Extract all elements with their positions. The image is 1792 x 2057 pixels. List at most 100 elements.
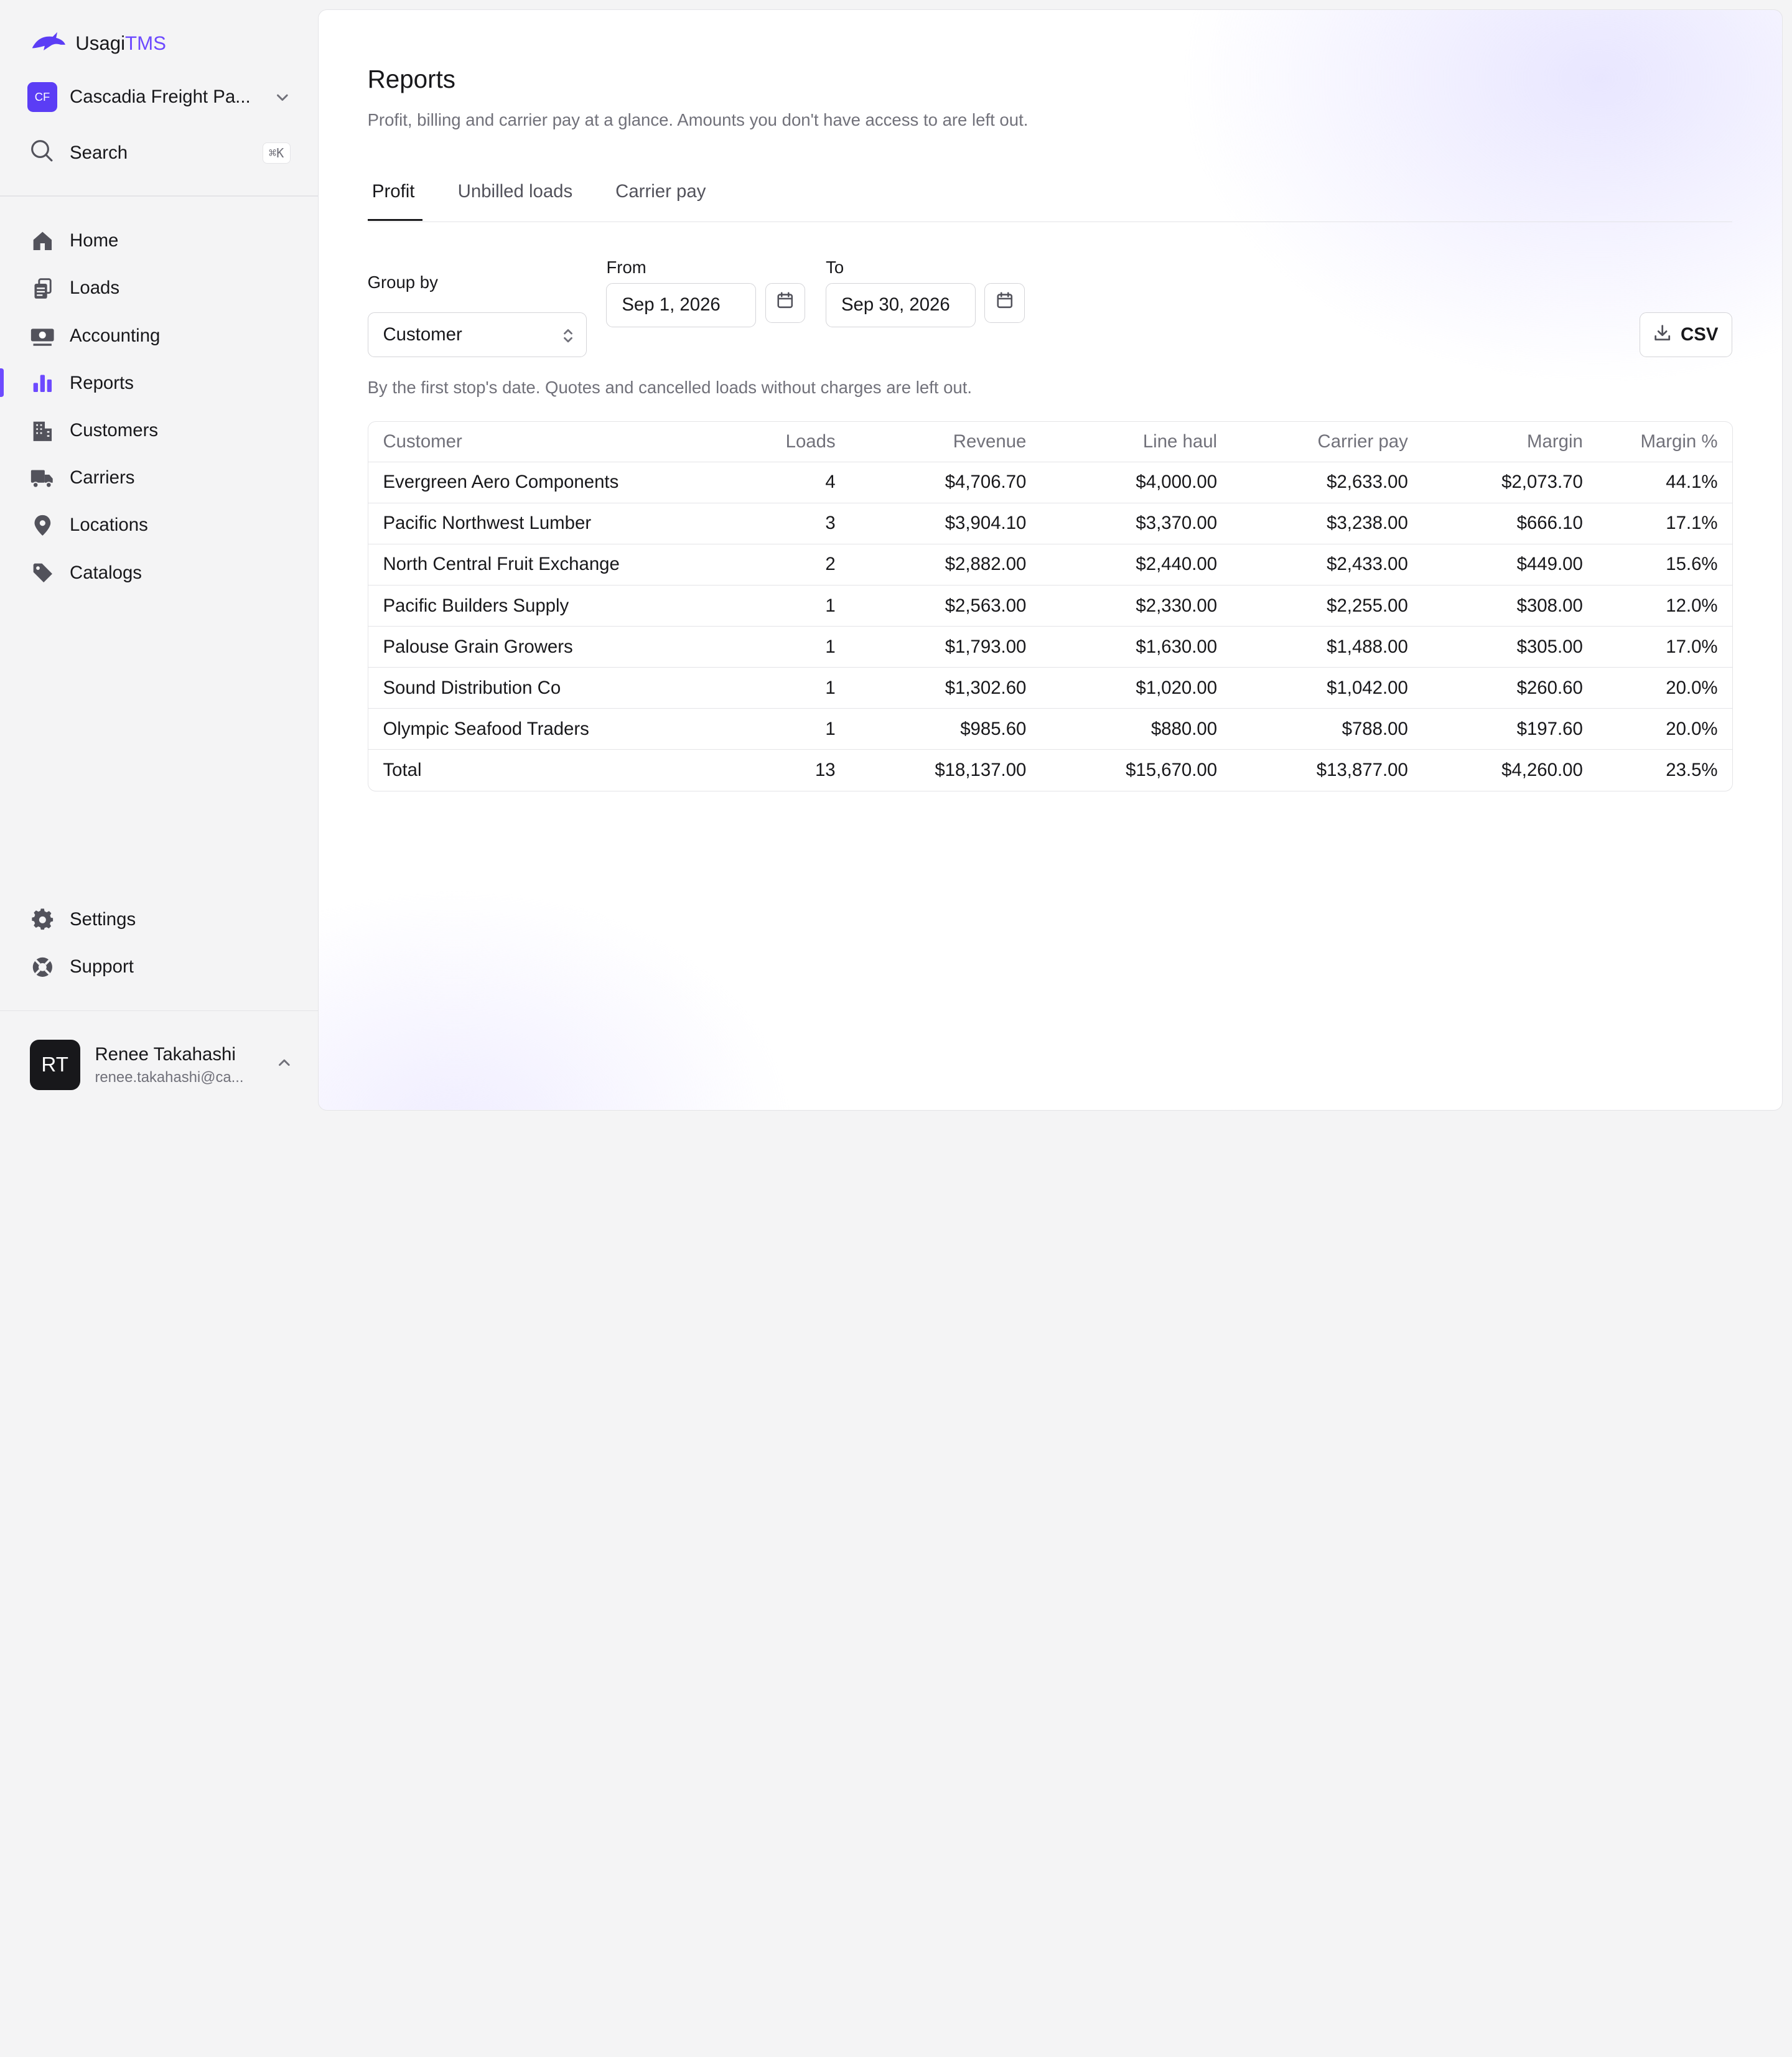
support-icon — [30, 954, 55, 979]
sidebar-item-label: Customers — [70, 419, 159, 441]
main-panel: Reports Profit, billing and carrier pay … — [317, 9, 1783, 1111]
table-cell: $1,042.00 — [1231, 667, 1423, 709]
column-header[interactable]: Carrier pay — [1231, 421, 1423, 462]
table-cell: $2,440.00 — [1041, 544, 1232, 585]
table-row[interactable]: Palouse Grain Growers 1 $1,793.00 $1,630.00… — [368, 626, 1733, 668]
column-header[interactable]: Line haul — [1041, 421, 1232, 462]
sidebar-item-customers[interactable]: Customers — [0, 407, 318, 454]
table-row[interactable]: Sound Distribution Co 1 $1,302.60 $1,020.00… — [368, 667, 1733, 709]
total-cell: $18,137.00 — [935, 760, 1027, 781]
csv-download-button[interactable]: CSV — [1639, 312, 1732, 358]
tab-unbilled-loads[interactable]: Unbilled loads — [458, 181, 573, 202]
sidebar-item-home[interactable]: Home — [0, 217, 318, 264]
brand-name: UsagiTMS — [75, 32, 166, 55]
total-cell: $15,670.00 — [1126, 760, 1218, 781]
total-cell: 23.5% — [1666, 760, 1718, 781]
column-header[interactable]: Loads — [758, 421, 851, 462]
table-row[interactable]: Pacific Builders Supply 1 $2,563.00 $2,330.… — [368, 585, 1733, 627]
table-cell: Pacific Northwest Lumber — [368, 503, 759, 544]
search-label: Search — [70, 142, 128, 164]
table-cell: $305.00 — [1422, 626, 1598, 668]
search-shortcut: ⌘K — [262, 142, 291, 164]
table-cell: $2,882.00 — [850, 544, 1042, 585]
org-switcher[interactable]: CF Cascadia Freight Pa... — [27, 82, 290, 112]
group-by-label: Group by — [367, 273, 438, 292]
table-cell: $1,020.00 — [1041, 667, 1232, 709]
table-cell: Pacific Builders Supply — [368, 585, 759, 627]
tab-carrier-pay[interactable]: Carrier pay — [615, 181, 706, 202]
table-cell: $1,793.00 — [850, 626, 1042, 668]
table-cell: 1 — [758, 585, 851, 627]
table-cell: Sound Distribution Co — [368, 667, 759, 709]
sidebar-item-locations[interactable]: Locations — [0, 501, 318, 549]
table-cell: 4 — [758, 462, 851, 503]
sidebar-item-support[interactable]: Support — [0, 943, 318, 991]
sidebar-nav: Home Loads Accounting Reports Customers … — [0, 217, 318, 597]
table-row[interactable]: Evergreen Aero Components 4 $4,706.70 $4,00… — [368, 462, 1733, 503]
column-header[interactable]: Margin % — [1597, 421, 1733, 462]
table-cell: 3 — [758, 503, 851, 544]
sidebar-item-carriers[interactable]: Carriers — [0, 454, 318, 501]
table-cell: 1 — [758, 708, 851, 750]
table-cell: 20.0% — [1597, 667, 1733, 709]
group-by-select[interactable]: Customer — [367, 312, 587, 358]
table-cell: $2,433.00 — [1231, 544, 1423, 585]
chevron-down-icon — [274, 89, 291, 105]
column-header[interactable]: Customer — [368, 421, 759, 462]
table-body: Evergreen Aero Components 4 $4,706.70 $4,00… — [368, 462, 1733, 791]
sidebar-item-catalogs[interactable]: Catalogs — [0, 549, 318, 597]
sidebar-item-settings[interactable]: Settings — [0, 896, 318, 943]
search-icon — [30, 139, 54, 168]
sidebar-item-reports[interactable]: Reports — [0, 360, 318, 407]
from-calendar-button[interactable] — [765, 282, 806, 323]
total-cell: $13,877.00 — [1316, 760, 1408, 781]
sidebar-item-label: Home — [70, 230, 119, 251]
table-cell: Evergreen Aero Components — [368, 462, 759, 503]
brand[interactable]: UsagiTMS — [30, 30, 166, 58]
table-cell: 20.0% — [1597, 708, 1733, 750]
sidebar-divider — [0, 195, 318, 197]
table-cell: $1,488.00 — [1231, 626, 1423, 668]
user-menu[interactable]: RT Renee Takahashi renee.takahashi@ca... — [29, 1040, 292, 1091]
page-title: Reports — [367, 64, 455, 93]
total-cell: 13 — [814, 760, 836, 781]
to-calendar-button[interactable] — [984, 282, 1025, 323]
from-date-input[interactable]: Sep 1, 2026 — [606, 282, 757, 328]
sidebar-item-label: Catalogs — [70, 562, 142, 583]
table-row[interactable]: Pacific Northwest Lumber 3 $3,904.10 $3,370… — [368, 503, 1733, 544]
sidebar-item-loads[interactable]: Loads — [0, 264, 318, 312]
sidebar-item-label: Reports — [70, 372, 134, 393]
table-row[interactable]: Olympic Seafood Traders 1 $985.60 $880.00 $7… — [368, 708, 1733, 750]
column-header[interactable]: Revenue — [850, 421, 1042, 462]
sidebar-item-label: Loads — [70, 278, 120, 299]
loads-icon — [30, 276, 55, 301]
from-label: From — [606, 258, 646, 278]
app: UsagiTMS CF Cascadia Freight Pa... Searc… — [0, 0, 1792, 1120]
sidebar: UsagiTMS CF Cascadia Freight Pa... Searc… — [0, 0, 318, 1120]
to-date-input[interactable]: Sep 30, 2026 — [826, 282, 976, 328]
tag-icon — [30, 560, 55, 585]
sidebar-bottom-nav: Settings Support — [0, 896, 318, 991]
table-total-row: Total 13 $18,137.00 $15,670.00 $13,877.00 $4,… — [368, 750, 1733, 791]
table-cell: 12.0% — [1597, 585, 1733, 627]
table-cell: North Central Fruit Exchange — [368, 544, 759, 585]
user-info: Renee Takahashi renee.takahashi@ca... — [95, 1044, 276, 1086]
total-cell: $4,260.00 — [1501, 760, 1583, 781]
table-cell: $666.10 — [1422, 503, 1598, 544]
org-badge: CF — [27, 82, 57, 112]
search-button[interactable]: Search ⌘K — [30, 139, 291, 167]
group-by-value: Customer — [383, 324, 462, 345]
tab-profit[interactable]: Profit — [372, 181, 415, 202]
sidebar-item-accounting[interactable]: Accounting — [0, 312, 318, 359]
report-note: By the first stop's date. Quotes and can… — [367, 378, 973, 398]
table-cell: $788.00 — [1231, 708, 1423, 750]
carriers-icon — [30, 465, 55, 490]
table-cell: $2,633.00 — [1231, 462, 1423, 503]
sidebar-item-label: Support — [70, 956, 134, 977]
table-cell: Olympic Seafood Traders — [368, 708, 759, 750]
column-header[interactable]: Margin — [1422, 421, 1598, 462]
table-cell: $2,255.00 — [1231, 585, 1423, 627]
user-name: Renee Takahashi — [95, 1044, 236, 1065]
table-row[interactable]: North Central Fruit Exchange 2 $2,882.00 $2… — [368, 544, 1733, 585]
table-cell: $4,000.00 — [1041, 462, 1232, 503]
